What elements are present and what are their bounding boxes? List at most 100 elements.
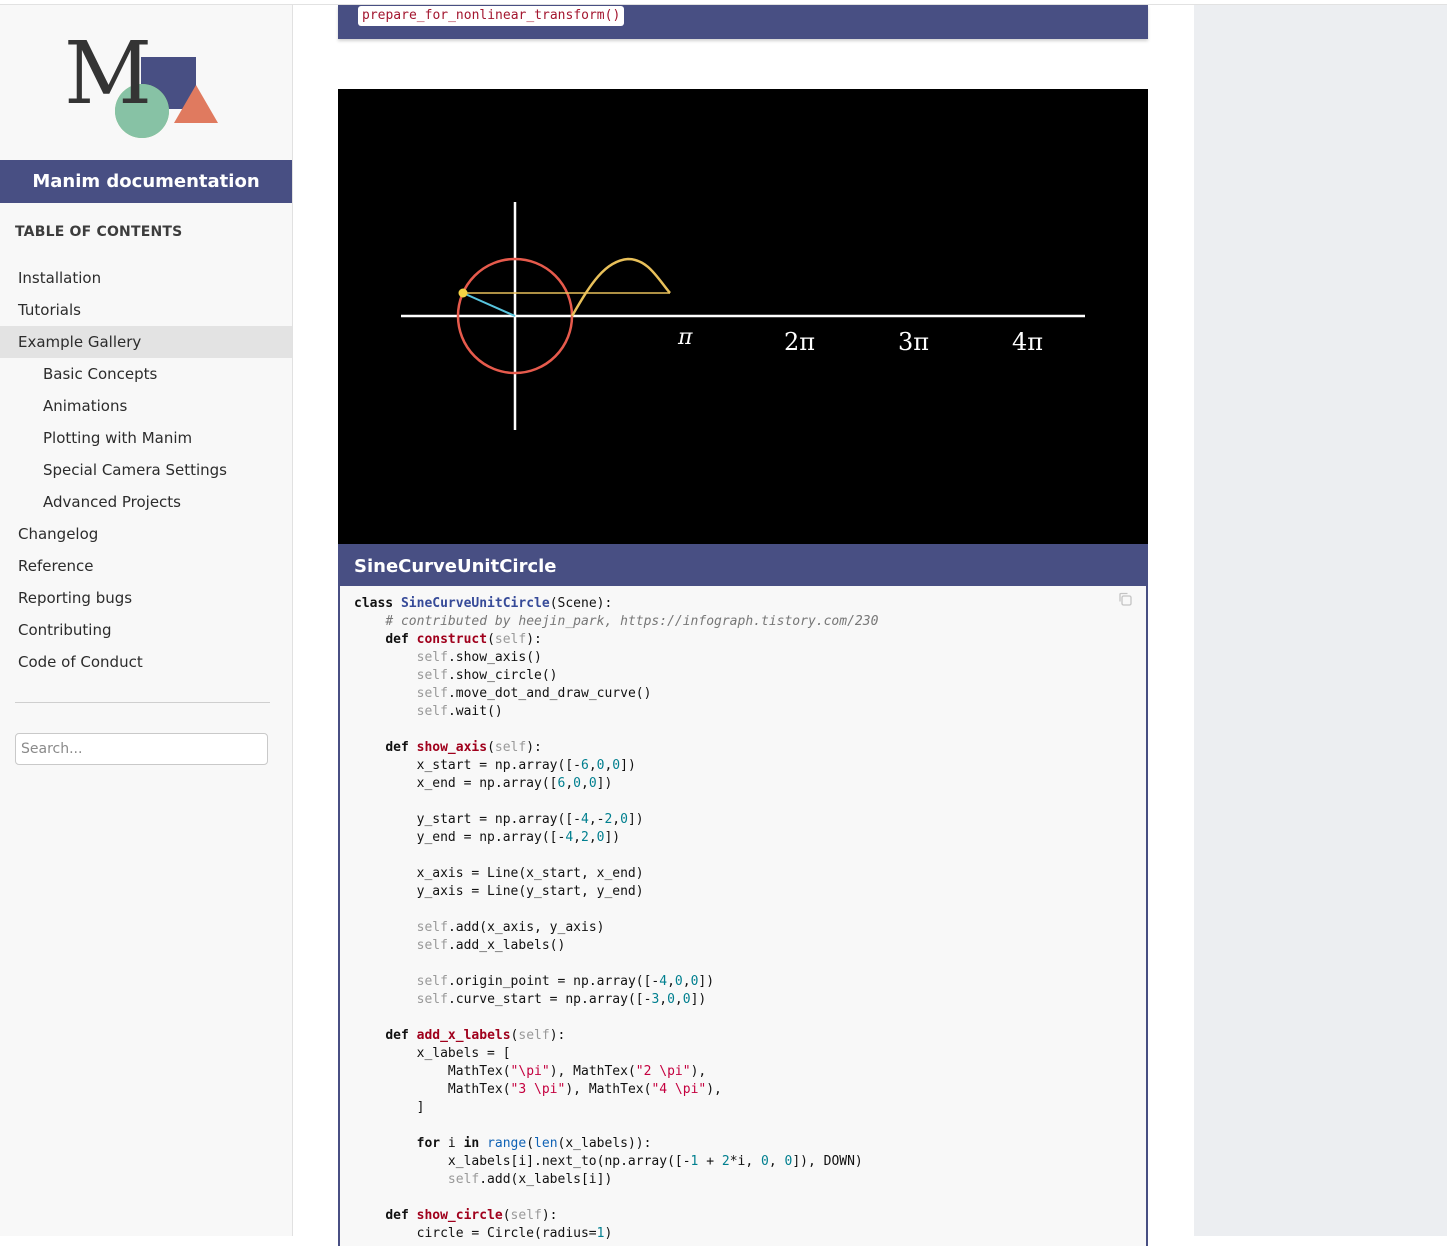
logo-letter: M bbox=[64, 27, 152, 124]
code-token: x_axis = Line(x_start, x_end) bbox=[354, 866, 644, 881]
code-token: ] bbox=[354, 1100, 425, 1115]
code-line: x_start = np.array([-6,0,0]) bbox=[354, 757, 878, 775]
copy-icon[interactable] bbox=[1118, 592, 1132, 606]
code-token: 0 bbox=[667, 992, 675, 1007]
code-token: self bbox=[416, 650, 448, 665]
code-token: ]) bbox=[596, 776, 613, 791]
moving-dot bbox=[458, 288, 468, 298]
code-token: ( bbox=[487, 740, 495, 755]
code-token: ( bbox=[487, 632, 495, 647]
code-token: show_axis bbox=[416, 740, 488, 755]
code-token: add_x_labels bbox=[416, 1028, 511, 1043]
code-token: 4 bbox=[580, 812, 589, 827]
code-token: "2 \pi" bbox=[635, 1064, 691, 1079]
code-token: 0 bbox=[674, 974, 683, 989]
toc-item-reference[interactable]: Reference bbox=[0, 550, 292, 582]
code-token: 2 bbox=[721, 1154, 730, 1169]
code-token: .wait() bbox=[447, 704, 503, 719]
search-input[interactable] bbox=[15, 733, 268, 765]
code-line: y_axis = Line(y_start, y_end) bbox=[354, 883, 878, 901]
code-token: for bbox=[416, 1136, 441, 1151]
code-line: self.show_circle() bbox=[354, 667, 878, 685]
toc-item-changelog[interactable]: Changelog bbox=[0, 518, 292, 550]
code-token: ) bbox=[604, 1226, 613, 1241]
example-video[interactable]: π 2π 3π 4π bbox=[338, 89, 1148, 544]
code-block: class SineCurveUnitCircle(Scene): # cont… bbox=[338, 586, 1148, 1246]
manim-logo[interactable]: M bbox=[62, 24, 222, 139]
code-token: 0 bbox=[682, 992, 691, 1007]
code-token: x_start = np.array([- bbox=[354, 758, 581, 773]
toc-item-installation[interactable]: Installation bbox=[0, 262, 292, 294]
code-token: y_end = np.array([- bbox=[354, 830, 566, 845]
code-token: .show_axis() bbox=[447, 650, 542, 665]
code-token: ( bbox=[526, 1136, 535, 1151]
toc-item-reporting-bugs[interactable]: Reporting bugs bbox=[0, 582, 292, 614]
project-title-link[interactable]: Manim documentation bbox=[0, 160, 292, 203]
code-token: , bbox=[580, 776, 589, 791]
code-token: ]), DOWN) bbox=[792, 1154, 863, 1169]
code-token: self bbox=[447, 1172, 480, 1187]
toc-item-animations[interactable]: Animations bbox=[0, 390, 292, 422]
code-token: self bbox=[494, 740, 527, 755]
toc-item-plotting-with-manim[interactable]: Plotting with Manim bbox=[0, 422, 292, 454]
code-line: self.curve_start = np.array([-3,0,0]) bbox=[354, 991, 878, 1009]
code-line: class SineCurveUnitCircle(Scene): bbox=[354, 595, 878, 613]
code-token: , bbox=[573, 830, 581, 845]
code-line: x_labels[i].next_to(np.array([-1 + 2*i, … bbox=[354, 1153, 878, 1171]
code-token: *i, bbox=[729, 1154, 761, 1169]
code-token: ): bbox=[541, 1208, 558, 1223]
toc-item-code-of-conduct[interactable]: Code of Conduct bbox=[0, 646, 292, 678]
code-line: x_end = np.array([6,0,0]) bbox=[354, 775, 878, 793]
code-token: .add(x_labels[i]) bbox=[479, 1172, 613, 1187]
method-reference-link[interactable]: prepare_for_nonlinear_transform() bbox=[358, 6, 625, 26]
code-token: ), bbox=[690, 1064, 707, 1079]
code-line: self.show_axis() bbox=[354, 649, 878, 667]
code-token: self bbox=[494, 632, 527, 647]
toc-item-example-gallery[interactable]: Example Gallery bbox=[0, 326, 292, 358]
code-token: SineCurveUnitCircle bbox=[400, 596, 550, 611]
code-line: def construct(self): bbox=[354, 631, 878, 649]
toc-list: Installation Tutorials Example Gallery B… bbox=[0, 262, 292, 678]
code-token: in bbox=[463, 1136, 480, 1151]
sine-curve bbox=[570, 257, 671, 317]
toc-heading: TABLE OF CONTENTS bbox=[15, 224, 183, 240]
code-token: show_circle bbox=[416, 1208, 503, 1223]
toc-item-tutorials[interactable]: Tutorials bbox=[0, 294, 292, 326]
toc-item-advanced-projects[interactable]: Advanced Projects bbox=[0, 486, 292, 518]
code-line: self.add_x_labels() bbox=[354, 937, 878, 955]
code-line: ] bbox=[354, 1099, 878, 1117]
code-token: , bbox=[768, 1154, 785, 1169]
code-token: ), MathTex( bbox=[565, 1082, 652, 1097]
toc-item-special-camera-settings[interactable]: Special Camera Settings bbox=[0, 454, 292, 486]
sidebar: M Manim documentation TABLE OF CONTENTS … bbox=[0, 5, 293, 1236]
code-line: x_axis = Line(x_start, x_end) bbox=[354, 865, 878, 883]
code-token: self bbox=[416, 974, 448, 989]
code-token: (x_labels)): bbox=[557, 1136, 652, 1151]
code-token: def bbox=[385, 632, 409, 647]
previous-example-header: prepare_for_nonlinear_transform() bbox=[338, 5, 1148, 39]
code-token: , bbox=[682, 974, 691, 989]
code-token: 0 bbox=[761, 1154, 769, 1169]
code-token: x_labels = [ bbox=[354, 1046, 511, 1061]
code-token: x_end = np.array([ bbox=[354, 776, 558, 791]
code-token: range bbox=[487, 1136, 527, 1151]
code-token: ( bbox=[502, 1208, 511, 1223]
code-token: 0 bbox=[588, 776, 597, 791]
code-token: 0 bbox=[612, 758, 621, 773]
toc-item-contributing[interactable]: Contributing bbox=[0, 614, 292, 646]
code-token: .show_circle() bbox=[447, 668, 558, 683]
toc-item-basic-concepts[interactable]: Basic Concepts bbox=[0, 358, 292, 390]
code-line: self.wait() bbox=[354, 703, 878, 721]
code-token: "3 \pi" bbox=[510, 1082, 566, 1097]
